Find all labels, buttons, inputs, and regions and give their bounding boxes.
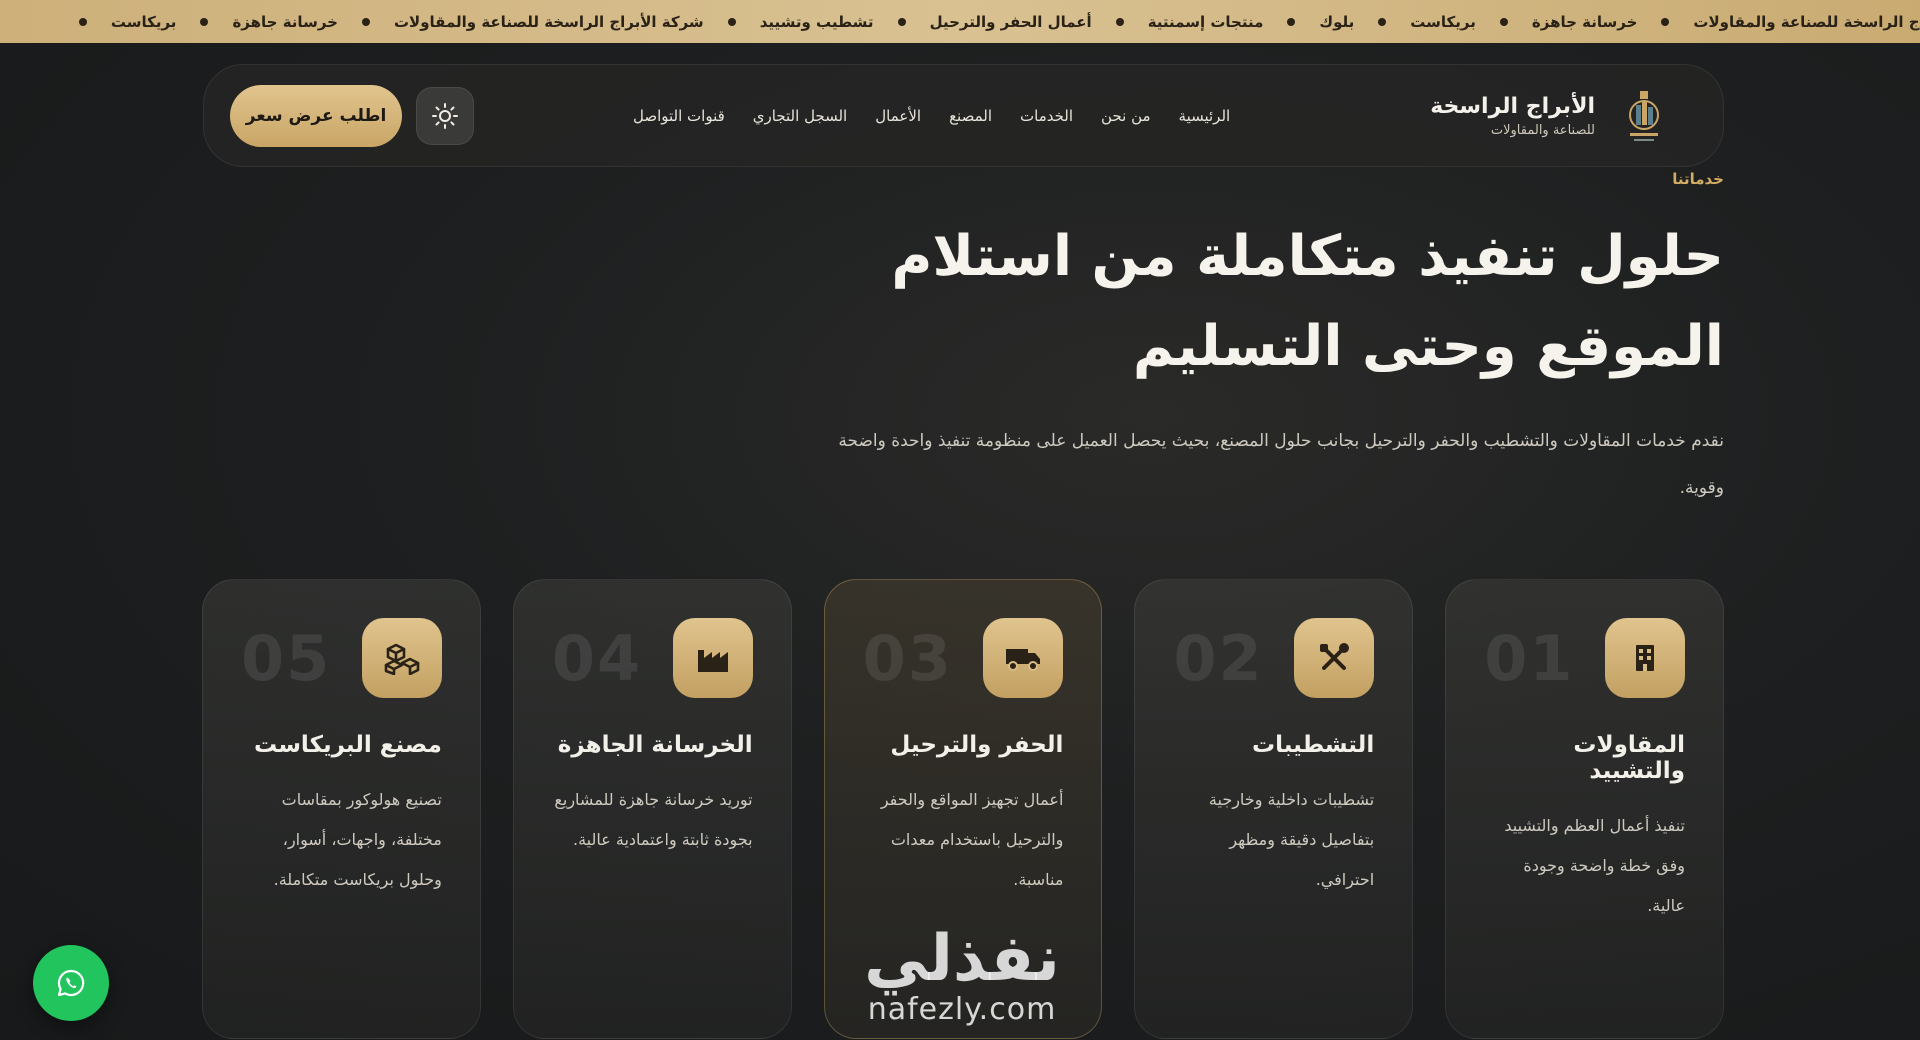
card-title: مصنع البريكاست — [253, 732, 442, 758]
card-text: تشطيبات داخلية وخارجية بتفاصيل دقيقة ومظ… — [1208, 790, 1375, 889]
cubes-icon — [361, 618, 442, 698]
card-title: الخرسانة الجاهزة — [557, 732, 753, 758]
ticker-separator-dot — [361, 17, 370, 26]
card-number: 01 — [1484, 621, 1575, 695]
service-card-contracting[interactable]: 01 المقاولات والتشييد تنفيذ أعمال العظم … — [1445, 579, 1724, 1039]
ticker-item: شركة الأبراج الراسخة للصناعة والمقاولات — [393, 12, 704, 31]
ticker-item: الأبراج الراسخة للصناعة والمقاولات — [1693, 12, 1920, 31]
nav-link-factory[interactable]: المصنع — [949, 107, 992, 125]
top-ticker: الأبراج الراسخة للصناعة والمقاولات خرسانة… — [0, 0, 1920, 43]
card-text: أعمال تجهيز المواقع والحفر والترحيل باست… — [880, 790, 1064, 889]
ticker-track: الأبراج الراسخة للصناعة والمقاولات خرسانة… — [78, 12, 1920, 31]
factory-icon — [672, 618, 753, 698]
nav-link-services[interactable]: الخدمات — [1020, 107, 1073, 125]
sun-icon — [432, 102, 458, 129]
service-card-precast-factory[interactable]: 05 مصنع البريكاست تصنيع هولوكور بمقاسات … — [202, 579, 481, 1039]
card-title: التشطيبات — [1251, 732, 1375, 758]
ticker-item: تشطيب وتشييد — [759, 12, 874, 31]
truck-icon — [983, 618, 1064, 698]
hero-title: حلول تنفيذ متكاملة من استلام الموقع وحتى… — [891, 224, 1724, 379]
card-text: توريد خرسانة جاهزة للمشاريع بجودة ثابتة … — [554, 790, 753, 849]
card-title: المقاولات والتشييد — [1573, 732, 1685, 784]
service-card-finishing[interactable]: 02 التشطيبات تشطيبات داخلية وخارجية بتفا… — [1134, 579, 1414, 1039]
ticker-separator-dot — [1661, 17, 1670, 26]
card-text: تصنيع هولوكور بمقاسات مختلفة، واجهات، أس… — [273, 790, 442, 889]
card-number: 02 — [1173, 621, 1264, 695]
card-title: الحفر والترحيل — [890, 732, 1064, 758]
ticker-separator-dot — [78, 17, 87, 26]
nav-link-works[interactable]: الأعمال — [875, 107, 921, 125]
ticker-item: بلوك — [1319, 12, 1355, 31]
ticker-item: بريكاست — [110, 12, 177, 31]
nav-link-contact[interactable]: قنوات التواصل — [633, 107, 725, 125]
tools-icon — [1294, 618, 1375, 698]
ticker-separator-dot — [727, 17, 736, 26]
ticker-item: منتجات إسمنتية — [1147, 12, 1264, 31]
nav-link-commercial-register[interactable]: السجل التجاري — [753, 107, 847, 125]
service-card-ready-concrete[interactable]: 04 الخرسانة الجاهزة توريد خرسانة جاهزة ل… — [512, 579, 792, 1039]
card-number: 04 — [551, 621, 643, 695]
ticker-item: خرسانة جاهزة — [232, 12, 338, 31]
tower-logo-icon — [1617, 82, 1671, 150]
brand[interactable]: الأبراج الراسخة للصناعة والمقاولات — [1430, 82, 1671, 150]
ticker-separator-dot — [200, 17, 209, 26]
ticker-separator-dot — [1115, 17, 1124, 26]
ticker-separator-dot — [1287, 17, 1296, 26]
main-navbar: الأبراج الراسخة للصناعة والمقاولات الرئي… — [203, 64, 1724, 167]
hero-description: نقدم خدمات المقاولات والتشطيب والحفر وال… — [838, 431, 1724, 498]
ticker-item: خرسانة جاهزة — [1531, 12, 1638, 31]
brand-name: الأبراج الراسخة — [1430, 93, 1595, 119]
whatsapp-icon — [57, 969, 85, 997]
nav-links: الرئيسية من نحن الخدمات المصنع الأعمال ا… — [633, 107, 1230, 125]
brand-subtitle: للصناعة والمقاولات — [1490, 122, 1595, 138]
card-text: تنفيذ أعمال العظم والتشييد وفق خطة واضحة… — [1504, 816, 1685, 915]
card-number: 03 — [862, 621, 953, 695]
request-quote-button[interactable]: اطلب عرض سعر — [230, 84, 402, 147]
service-card-excavation[interactable]: 03 الحفر والترحيل أعمال تجهيز المواقع وا… — [823, 579, 1103, 1039]
ticker-separator-dot — [897, 17, 906, 26]
services-cards: 01 المقاولات والتشييد تنفيذ أعمال العظم … — [202, 579, 1724, 1039]
ticker-item: بريكاست — [1410, 12, 1476, 31]
building-icon — [1605, 618, 1685, 698]
nav-link-home[interactable]: الرئيسية — [1179, 107, 1231, 125]
nav-actions: اطلب عرض سعر — [230, 84, 474, 147]
card-number: 05 — [241, 621, 332, 695]
section-eyebrow: خدماتنا — [1672, 170, 1724, 188]
ticker-separator-dot — [1499, 17, 1508, 26]
ticker-separator-dot — [1378, 17, 1387, 26]
nav-link-about[interactable]: من نحن — [1101, 107, 1151, 125]
theme-toggle-button[interactable] — [416, 86, 474, 145]
whatsapp-button[interactable] — [33, 945, 109, 1021]
ticker-item: أعمال الحفر والترحيل — [929, 12, 1092, 31]
